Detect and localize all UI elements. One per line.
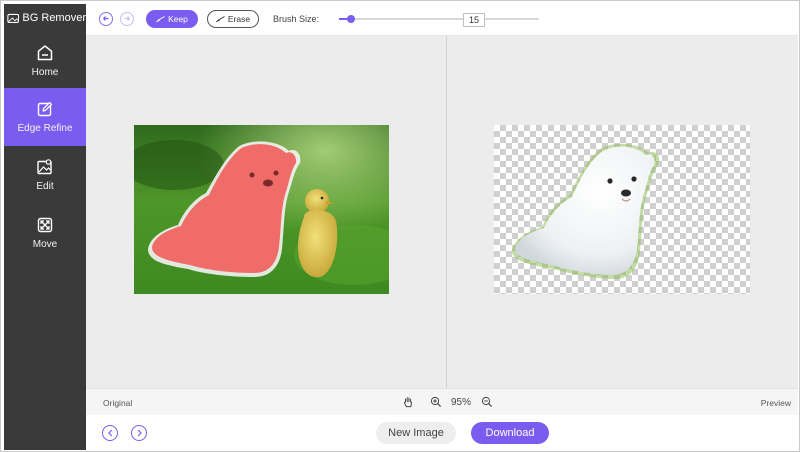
app-title: BG Remover [22, 12, 86, 24]
bottom-bar: New Image Download [86, 415, 798, 450]
erase-button[interactable]: Erase [207, 10, 259, 28]
zoom-in-icon[interactable] [430, 396, 442, 408]
original-label: Original [103, 398, 133, 408]
sidebar-item-edge-refine[interactable]: Edge Refine [4, 88, 86, 146]
sidebar-item-home[interactable]: Home [4, 32, 86, 90]
status-bar: Original 95% Preview [86, 388, 798, 415]
edge-refine-icon [37, 101, 53, 117]
new-image-button[interactable]: New Image [376, 422, 456, 444]
sidebar-item-edit[interactable]: Edit [4, 146, 86, 204]
keep-button[interactable]: Keep [146, 10, 198, 28]
sidebar-item-label: Home [31, 67, 59, 78]
sidebar-item-label: Edge Refine [17, 123, 73, 134]
app-window: BG Remover Home Edge Refine Edit Move Ke… [0, 0, 800, 452]
brush-size-label: Brush Size: [273, 14, 320, 24]
brush-erase-icon [216, 15, 225, 22]
preview-label: Preview [760, 398, 791, 408]
sidebar-item-move[interactable]: Move [4, 204, 86, 262]
sidebar-item-label: Edit [36, 181, 54, 192]
home-icon [37, 45, 53, 61]
chevron-left-icon [107, 429, 112, 437]
erase-label: Erase [227, 14, 251, 24]
preview-image[interactable] [494, 125, 750, 294]
redo-button[interactable] [120, 12, 134, 26]
original-image[interactable] [134, 125, 389, 294]
toolbar: Keep Erase Brush Size: 15 [86, 4, 798, 36]
brush-size-value[interactable]: 15 [463, 13, 485, 27]
chevron-right-icon [137, 429, 142, 437]
move-arrows-icon [37, 217, 53, 233]
next-image-button[interactable] [131, 425, 147, 441]
cloud-image-icon [7, 13, 20, 23]
image-edit-icon [37, 159, 52, 175]
undo-icon [103, 16, 109, 21]
keep-label: Keep [168, 14, 188, 24]
app-brand: BG Remover [4, 4, 86, 32]
brush-size-slider[interactable] [339, 15, 539, 23]
hand-pan-icon[interactable] [402, 396, 414, 408]
zoom-out-icon[interactable] [481, 396, 493, 408]
brush-keep-icon [156, 15, 165, 22]
brush-size-slider-thumb[interactable] [347, 15, 355, 23]
undo-button[interactable] [99, 12, 113, 26]
sidebar: BG Remover Home Edge Refine Edit Move [4, 4, 86, 450]
previous-image-button[interactable] [102, 425, 118, 441]
sidebar-item-label: Move [32, 239, 58, 250]
download-button[interactable]: Download [471, 422, 549, 444]
redo-icon [124, 16, 130, 21]
zoom-level: 95% [451, 397, 472, 408]
